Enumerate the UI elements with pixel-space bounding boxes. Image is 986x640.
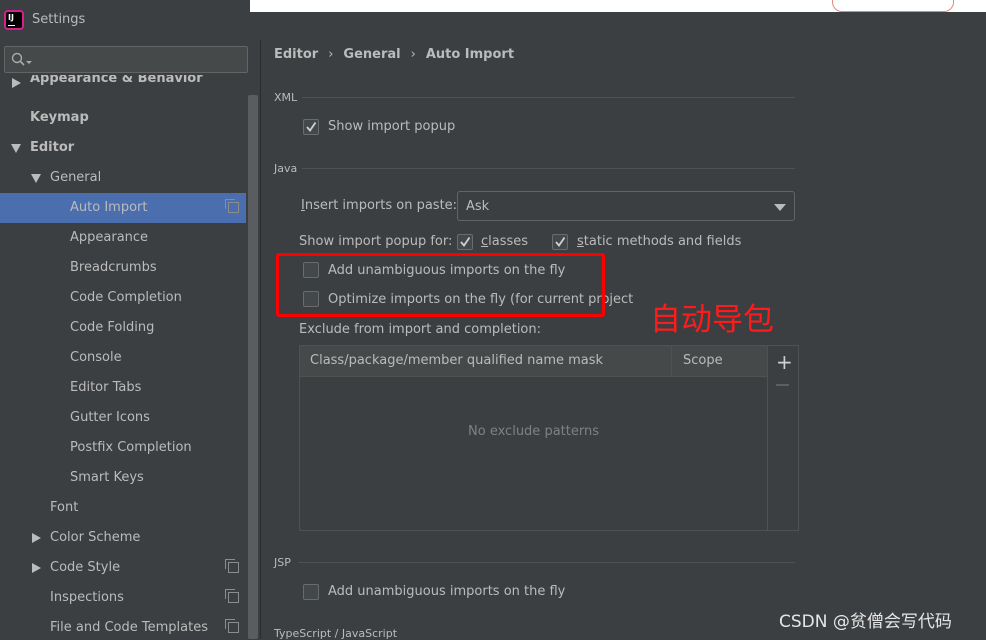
sidebar-item-file-code-templates[interactable]: File and Code Templates — [0, 613, 246, 639]
sidebar-item-appearance-behavior[interactable]: Appearance & Behavior — [0, 75, 246, 93]
sidebar-item-code-completion[interactable]: Code Completion — [0, 283, 246, 313]
sidebar-item-code-folding[interactable]: Code Folding — [0, 313, 246, 343]
expand-arrow-icon[interactable] — [32, 563, 41, 573]
breadcrumb-general[interactable]: General — [343, 47, 400, 62]
sidebar-item-code-style[interactable]: Code Style — [0, 553, 246, 583]
column-header-mask[interactable]: Class/package/member qualified name mask — [310, 353, 603, 368]
insert-imports-value: Ask — [466, 199, 490, 214]
popup-static-methods-checkbox[interactable] — [552, 234, 568, 250]
add-icon[interactable]: + — [776, 352, 793, 372]
section-separator — [298, 562, 795, 563]
checkmark-icon — [460, 236, 471, 247]
search-icon — [11, 52, 32, 66]
column-header-scope[interactable]: Scope — [683, 353, 723, 368]
sidebar-item-auto-import[interactable]: Auto Import — [0, 193, 246, 223]
sidebar-scrollbar-thumb[interactable] — [248, 95, 258, 639]
table-toolbar: + — [768, 345, 799, 531]
show-import-popup-for-label: Show import popup for: — [299, 234, 453, 249]
jsp-add-unambiguous-label: Add unambiguous imports on the fly — [328, 584, 566, 599]
jsp-add-unambiguous-checkbox[interactable] — [303, 584, 319, 600]
exclude-label: Exclude from import and completion: — [299, 322, 541, 337]
sidebar-item-font[interactable]: Font — [0, 493, 246, 523]
breadcrumb-auto-import: Auto Import — [425, 47, 515, 62]
background-window-strip — [250, 0, 986, 12]
xml-show-import-popup-checkbox[interactable] — [303, 119, 319, 135]
sidebar-item-breadcrumbs[interactable]: Breadcrumbs — [0, 253, 246, 283]
collapse-arrow-icon[interactable] — [11, 144, 21, 153]
popup-classes-label: classes — [481, 234, 529, 249]
popup-static-methods-label: static methods and fields — [577, 234, 742, 249]
project-settings-icon — [225, 589, 239, 603]
settings-search-input[interactable] — [4, 46, 248, 73]
exclude-table[interactable]: Class/package/member qualified name mask… — [299, 345, 768, 531]
remove-icon[interactable] — [776, 384, 789, 386]
checkmark-icon — [306, 121, 317, 132]
section-title-java: Java — [274, 162, 298, 175]
intellij-logo-icon: IJ — [6, 12, 22, 28]
sidebar-item-console[interactable]: Console — [0, 343, 246, 373]
settings-tree: Appearance & Behavior Keymap Editor Gene… — [0, 75, 246, 639]
watermark: CSDN @贫僧会写代码 — [779, 612, 952, 632]
column-divider[interactable] — [671, 346, 672, 376]
expand-arrow-icon[interactable] — [32, 533, 41, 543]
sidebar-item-smart-keys[interactable]: Smart Keys — [0, 463, 246, 493]
table-header: Class/package/member qualified name mask… — [300, 346, 767, 377]
breadcrumb: Editor › General › Auto Import — [274, 47, 514, 62]
insert-imports-on-paste-label: Insert imports on paste: — [301, 198, 458, 213]
sidebar-item-keymap[interactable]: Keymap — [0, 103, 246, 133]
title-bar: IJ Settings — [0, 0, 986, 40]
section-separator — [302, 97, 795, 98]
highlight-box — [276, 253, 605, 317]
xml-show-import-popup-label: Show import popup — [328, 119, 456, 134]
section-title-typescript: TypeScript / JavaScript — [274, 627, 398, 640]
chevron-down-icon — [774, 204, 786, 211]
sidebar-item-postfix-completion[interactable]: Postfix Completion — [0, 433, 246, 463]
project-settings-icon — [225, 619, 239, 633]
window-title: Settings — [32, 12, 86, 27]
breadcrumb-separator-icon: › — [410, 47, 416, 62]
breadcrumb-editor[interactable]: Editor — [274, 47, 318, 62]
collapse-arrow-icon[interactable] — [31, 174, 41, 183]
sidebar-item-general[interactable]: General — [0, 163, 246, 193]
sidebar-item-editor-tabs[interactable]: Editor Tabs — [0, 373, 246, 403]
insert-imports-on-paste-select[interactable]: Ask — [457, 191, 795, 221]
project-settings-icon — [225, 199, 239, 213]
section-separator — [302, 168, 795, 169]
sidebar-item-editor[interactable]: Editor — [0, 133, 246, 163]
panel-divider[interactable] — [260, 40, 261, 639]
section-title-jsp: JSP — [274, 556, 291, 569]
annotation-text: 自动导包 — [650, 302, 774, 338]
sidebar-item-appearance[interactable]: Appearance — [0, 223, 246, 253]
sidebar-item-gutter-icons[interactable]: Gutter Icons — [0, 403, 246, 433]
expand-arrow-icon[interactable] — [12, 78, 21, 88]
table-empty-text: No exclude patterns — [468, 424, 599, 439]
breadcrumb-separator-icon: › — [328, 47, 334, 62]
popup-classes-checkbox[interactable] — [457, 234, 473, 250]
project-settings-icon — [225, 559, 239, 573]
section-title-xml: XML — [274, 91, 298, 104]
sidebar-item-color-scheme[interactable]: Color Scheme — [0, 523, 246, 553]
sidebar-item-inspections[interactable]: Inspections — [0, 583, 246, 613]
checkmark-icon — [555, 236, 566, 247]
